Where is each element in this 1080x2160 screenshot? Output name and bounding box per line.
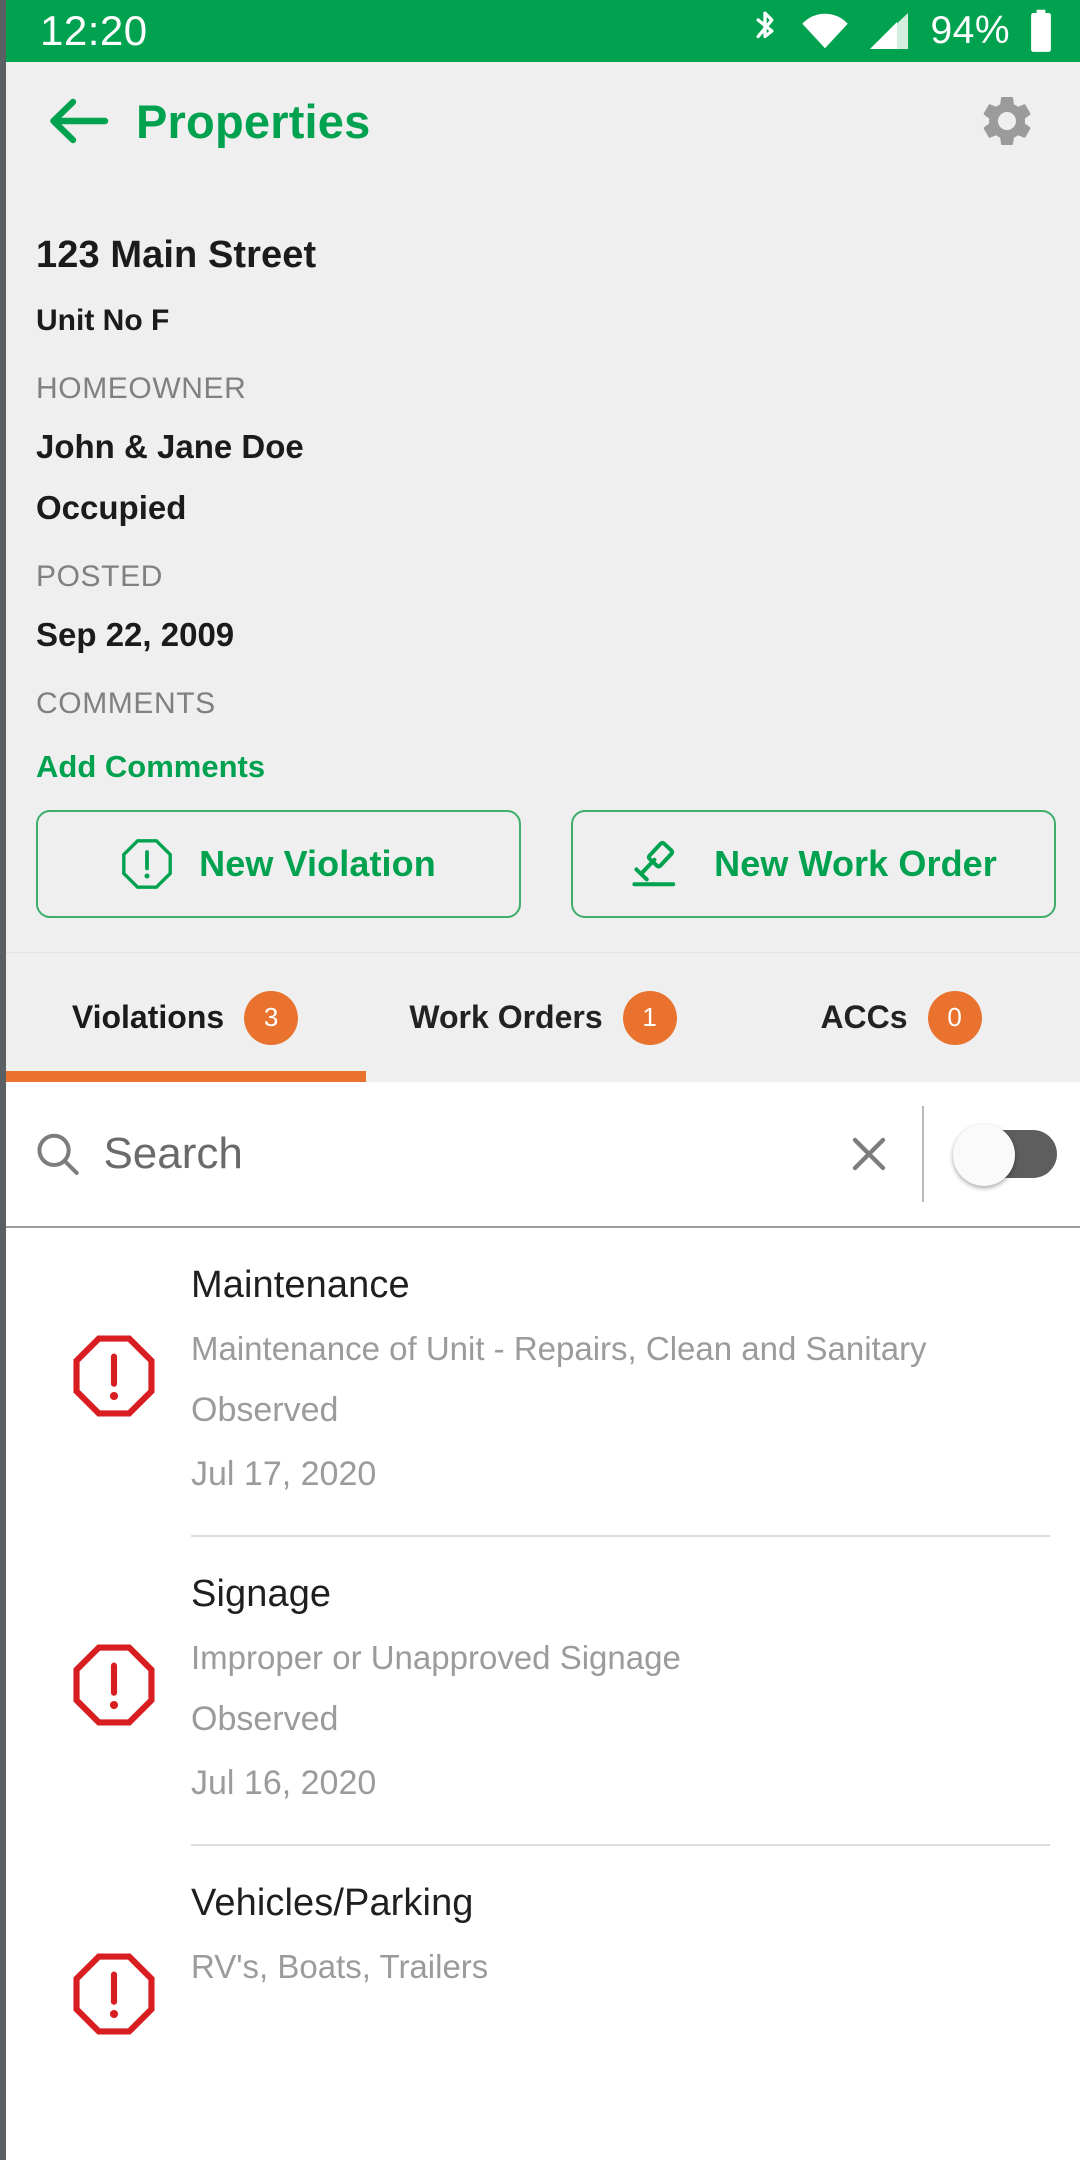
comments-label: COMMENTS	[36, 687, 216, 720]
close-icon	[852, 1137, 886, 1171]
back-arrow-icon	[50, 98, 109, 144]
violation-octagon-icon	[72, 1953, 155, 2035]
tab-work-orders-label: Work Orders	[409, 999, 603, 1035]
list-item-body: Maintenance Maintenance of Unit - Repair…	[191, 1262, 1050, 1537]
list-item-description: Improper or Unapproved Signage	[191, 1639, 681, 1676]
violation-octagon-icon	[72, 1335, 155, 1417]
search-icon	[37, 1133, 79, 1175]
list-item[interactable]: Vehicles/Parking RV's, Boats, Trailers	[6, 1846, 1080, 2036]
tab-violations-badge: 3	[244, 990, 299, 1045]
tab-violations[interactable]: Violations 3	[6, 953, 364, 1082]
violation-octagon-icon	[72, 1644, 155, 1726]
battery-percent-label: 94%	[930, 9, 1010, 52]
list-item-date: Jul 16, 2020	[191, 1764, 377, 1802]
homeowner-label: HOMEOWNER	[36, 372, 247, 405]
list-item[interactable]: Signage Improper or Unapproved Signage O…	[6, 1537, 1080, 1846]
property-unit: Unit No F	[36, 304, 170, 337]
list-item-date: Jul 17, 2020	[191, 1455, 377, 1493]
list-item-body: Vehicles/Parking RV's, Boats, Trailers	[191, 1880, 1050, 1983]
battery-icon	[1031, 9, 1051, 52]
violation-octagon-icon	[122, 839, 173, 889]
list-item-description: RV's, Boats, Trailers	[191, 1948, 489, 1985]
violation-icon-wrap	[36, 1571, 191, 1727]
occupancy-status: Occupied	[36, 489, 187, 526]
bluetooth-icon	[756, 11, 774, 39]
gavel-icon	[632, 840, 676, 887]
list-item-status: Observed	[191, 1391, 339, 1429]
page-title: Properties	[136, 94, 371, 148]
toggle-thumb	[953, 1124, 1015, 1186]
tab-violations-label: Violations	[71, 999, 225, 1035]
active-tab-indicator	[6, 1071, 366, 1082]
cellular-signal-icon	[870, 13, 909, 49]
violations-list: Maintenance Maintenance of Unit - Repair…	[6, 1228, 1080, 2036]
search-bar	[6, 1082, 1080, 1228]
posted-date: Sep 22, 2009	[36, 616, 235, 653]
new-work-order-button[interactable]: New Work Order	[571, 810, 1056, 918]
new-work-order-label: New Work Order	[714, 843, 997, 884]
list-item-title: Signage	[191, 1573, 332, 1615]
violation-icon-wrap	[36, 1262, 191, 1418]
tab-work-orders-badge: 1	[622, 990, 677, 1045]
new-violation-label: New Violation	[199, 843, 436, 884]
clear-search-button[interactable]	[826, 1082, 912, 1226]
tab-work-orders[interactable]: Work Orders 1	[364, 953, 722, 1082]
list-item-description: Maintenance of Unit - Repairs, Clean and…	[191, 1330, 927, 1367]
list-item[interactable]: Maintenance Maintenance of Unit - Repair…	[6, 1228, 1080, 1537]
search-divider	[922, 1106, 924, 1202]
add-comments-link[interactable]: Add Comments	[36, 751, 265, 782]
status-bar: 12:20 94%	[6, 0, 1080, 62]
search-input[interactable]	[103, 1129, 826, 1179]
action-buttons: New Violation New Work Order	[6, 782, 1080, 952]
tab-bar: Violations 3 Work Orders 1 ACCs 0	[6, 952, 1080, 1082]
list-item-status: Observed	[191, 1700, 339, 1738]
violation-icon-wrap	[36, 1880, 191, 2036]
settings-button[interactable]	[968, 82, 1046, 160]
tab-accs-label: ACCs	[820, 999, 908, 1035]
property-address: 123 Main Street	[36, 234, 317, 276]
toggle-switch[interactable]	[953, 1124, 1057, 1186]
property-details: 123 Main Street Unit No F HOMEOWNER John…	[6, 180, 1080, 782]
posted-label: POSTED	[36, 560, 163, 593]
gear-icon	[983, 96, 1031, 145]
search-field-wrap	[6, 1082, 826, 1226]
homeowner-value: John & Jane Doe	[36, 428, 304, 465]
new-violation-button[interactable]: New Violation	[36, 810, 521, 918]
list-item-title: Vehicles/Parking	[191, 1882, 474, 1924]
tab-accs[interactable]: ACCs 0	[722, 953, 1080, 1082]
app-screen: 12:20 94% Properties 123 Main Street Uni…	[0, 0, 1080, 2160]
app-bar: Properties	[6, 62, 1080, 180]
status-indicators: 94%	[748, 9, 1054, 53]
status-clock: 12:20	[40, 7, 148, 54]
list-item-title: Maintenance	[191, 1264, 410, 1306]
list-item-body: Signage Improper or Unapproved Signage O…	[191, 1571, 1050, 1846]
wifi-icon	[802, 13, 849, 49]
filter-toggle[interactable]	[930, 1082, 1080, 1226]
back-button[interactable]	[42, 85, 114, 157]
tab-accs-badge: 0	[927, 990, 982, 1045]
